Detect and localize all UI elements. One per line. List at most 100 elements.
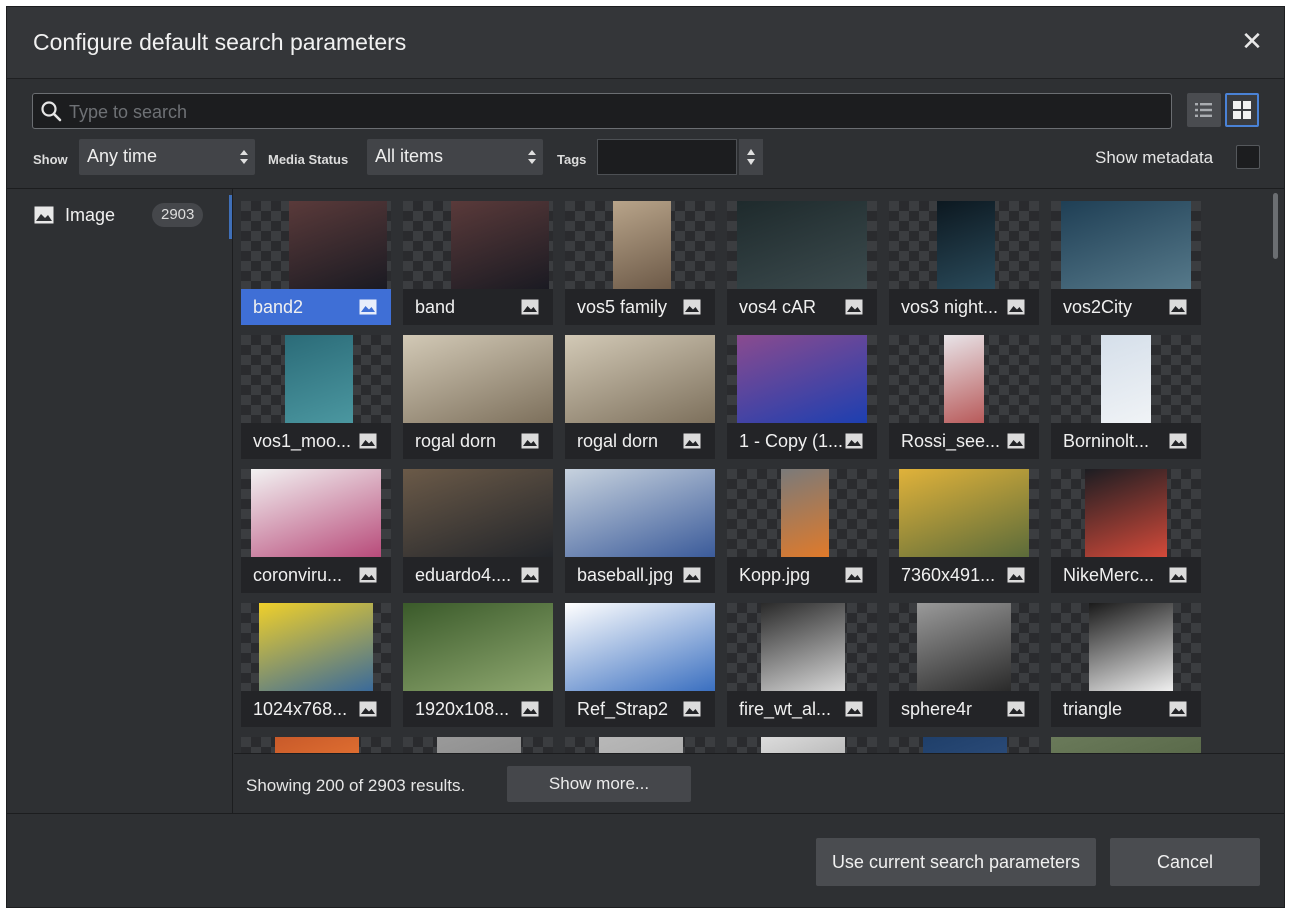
- media-status-select[interactable]: All items: [367, 139, 543, 175]
- show-metadata-checkbox[interactable]: [1236, 145, 1260, 169]
- media-tile[interactable]: eduardo4....: [403, 469, 553, 593]
- media-tile[interactable]: [727, 737, 877, 753]
- count-badge: 2903: [152, 203, 204, 227]
- tile-caption: Ref_Strap2: [565, 691, 715, 727]
- tile-name: Rossi_see...: [901, 431, 1001, 451]
- tile-name: vos2City: [1063, 297, 1133, 317]
- thumbnail: [403, 603, 553, 691]
- tile-name: rogal dorn: [577, 431, 659, 451]
- thumbnail: [403, 201, 553, 289]
- media-tile[interactable]: rogal dorn: [403, 335, 553, 459]
- media-tile[interactable]: vos5 family: [565, 201, 715, 325]
- thumbnail: [1051, 201, 1201, 289]
- thumbnail: [727, 737, 877, 753]
- use-current-parameters-button[interactable]: Use current search parameters: [816, 838, 1096, 886]
- image-icon: [1169, 299, 1187, 315]
- media-tile[interactable]: fire_wt_al...: [727, 603, 877, 727]
- tags-field[interactable]: [597, 139, 763, 175]
- tile-caption: vos1_moo...: [241, 423, 391, 459]
- tags-spinner[interactable]: [739, 139, 763, 175]
- media-tile[interactable]: [1051, 737, 1201, 753]
- grid-view-button[interactable]: [1225, 93, 1259, 127]
- search-input[interactable]: [67, 98, 1161, 126]
- thumbnail-image: [1089, 603, 1173, 691]
- tile-caption: sphere4r: [889, 691, 1039, 727]
- tile-name: 1920x108...: [415, 699, 510, 719]
- media-tile[interactable]: coronviru...: [241, 469, 391, 593]
- image-icon: [1007, 299, 1025, 315]
- sidebar-item-image[interactable]: Image 2903: [7, 195, 231, 235]
- thumbnail-image: [923, 737, 1007, 753]
- media-tile[interactable]: Ref_Strap2: [565, 603, 715, 727]
- tile-caption: 1 - Copy (1...: [727, 423, 877, 459]
- thumbnail-image: [289, 201, 387, 289]
- thumbnail-image: [565, 469, 715, 557]
- results-bar: Showing 200 of 2903 results. Show more..…: [234, 753, 1284, 813]
- media-tile[interactable]: sphere4r: [889, 603, 1039, 727]
- image-icon: [683, 567, 701, 583]
- media-tile[interactable]: vos1_moo...: [241, 335, 391, 459]
- image-icon: [34, 206, 54, 224]
- search-box[interactable]: [32, 93, 1172, 129]
- tile-caption: band: [403, 289, 553, 325]
- tile-caption: baseball.jpg: [565, 557, 715, 593]
- thumbnail-image: [285, 335, 353, 423]
- media-status-value: All items: [375, 146, 444, 166]
- show-select[interactable]: Any time: [79, 139, 255, 175]
- media-tile[interactable]: 1024x768...: [241, 603, 391, 727]
- media-tile[interactable]: [889, 737, 1039, 753]
- media-tile[interactable]: vos3 night...: [889, 201, 1039, 325]
- thumbnail-image: [403, 469, 553, 557]
- tile-caption: band2: [241, 289, 391, 325]
- show-more-button[interactable]: Show more...: [507, 766, 691, 802]
- thumbnail: [889, 469, 1039, 557]
- image-icon: [683, 299, 701, 315]
- media-tile[interactable]: 1920x108...: [403, 603, 553, 727]
- thumbnail: [565, 737, 715, 753]
- tile-caption: vos2City: [1051, 289, 1201, 325]
- thumbnail-image: [437, 737, 521, 753]
- media-tile[interactable]: baseball.jpg: [565, 469, 715, 593]
- media-tile[interactable]: band2: [241, 201, 391, 325]
- image-icon: [683, 433, 701, 449]
- cancel-button[interactable]: Cancel: [1110, 838, 1260, 886]
- image-icon: [1169, 567, 1187, 583]
- media-tile[interactable]: band: [403, 201, 553, 325]
- list-view-button[interactable]: [1187, 93, 1221, 127]
- media-tile[interactable]: triangle: [1051, 603, 1201, 727]
- thumbnail: [403, 737, 553, 753]
- tile-caption: 1920x108...: [403, 691, 553, 727]
- media-tile[interactable]: Rossi_see...: [889, 335, 1039, 459]
- media-tile[interactable]: 7360x491...: [889, 469, 1039, 593]
- tile-name: vos4 cAR: [739, 297, 817, 317]
- image-icon: [1169, 433, 1187, 449]
- thumbnail-image: [781, 469, 829, 557]
- media-tile[interactable]: [565, 737, 715, 753]
- media-tile[interactable]: [241, 737, 391, 753]
- tile-name: Ref_Strap2: [577, 699, 669, 719]
- media-tile[interactable]: rogal dorn: [565, 335, 715, 459]
- media-tile[interactable]: vos4 cAR: [727, 201, 877, 325]
- media-tile[interactable]: NikeMerc...: [1051, 469, 1201, 593]
- tile-caption: rogal dorn: [565, 423, 715, 459]
- tile-caption: vos5 family: [565, 289, 715, 325]
- media-tile[interactable]: 1 - Copy (1...: [727, 335, 877, 459]
- media-type-sidebar: Image 2903: [7, 189, 233, 813]
- sidebar-item-label: Image: [65, 205, 116, 225]
- thumbnail-image: [899, 469, 1029, 557]
- select-arrows-icon: [528, 150, 536, 164]
- tile-name: eduardo4....: [415, 565, 512, 585]
- image-icon: [845, 433, 863, 449]
- media-tile[interactable]: Kopp.jpg: [727, 469, 877, 593]
- tags-input[interactable]: [597, 139, 737, 175]
- media-tile[interactable]: vos2City: [1051, 201, 1201, 325]
- media-tile[interactable]: Borninolt...: [1051, 335, 1201, 459]
- close-icon[interactable]: ✕: [1238, 27, 1266, 55]
- grid-scrollbar[interactable]: [1273, 193, 1278, 259]
- tile-name: fire_wt_al...: [739, 699, 832, 719]
- tile-name: triangle: [1063, 699, 1123, 719]
- media-tile[interactable]: [403, 737, 553, 753]
- tile-caption: 7360x491...: [889, 557, 1039, 593]
- tile-caption: eduardo4....: [403, 557, 553, 593]
- thumbnail: [889, 201, 1039, 289]
